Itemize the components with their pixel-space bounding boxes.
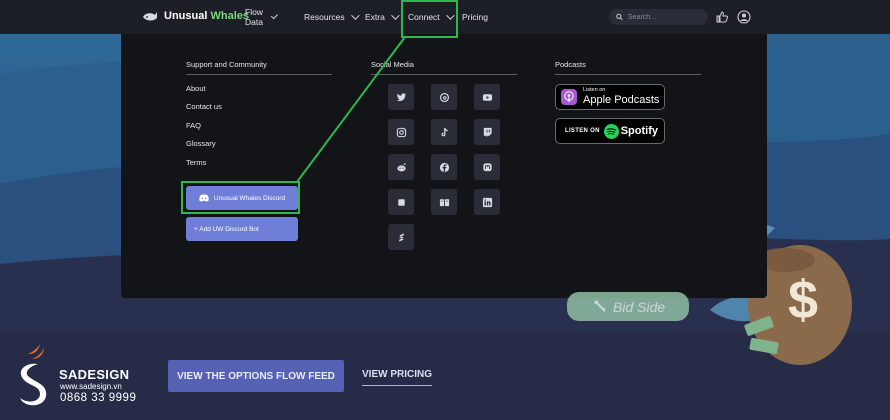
chevron-down-icon (350, 11, 360, 20)
spotify-big-text: Spotify (620, 125, 658, 137)
search-icon (616, 13, 623, 21)
link-faq[interactable]: FAQ (186, 121, 201, 130)
threads-icon[interactable] (431, 84, 457, 110)
instagram-icon[interactable] (388, 119, 414, 145)
link-about[interactable]: About (186, 84, 206, 93)
discord-button[interactable]: Unusual Whales Discord (186, 186, 298, 210)
add-discord-bot-label: + Add UW Discord Bot (194, 225, 259, 233)
link-terms[interactable]: Terms (186, 158, 206, 167)
thumbs-up-icon[interactable] (715, 10, 729, 24)
add-discord-bot-button[interactable]: + Add UW Discord Bot (186, 217, 298, 241)
link-contact-us[interactable]: Contact us (186, 102, 222, 111)
podcasts-column-title: Podcasts (555, 60, 701, 75)
chevron-down-icon (271, 12, 278, 19)
top-navbar: Unusual Whales Flow Data Resources Extra… (0, 0, 890, 34)
chevron-down-icon (445, 11, 455, 20)
user-account-icon[interactable] (737, 10, 751, 24)
search-input[interactable] (628, 13, 708, 21)
bone-icon (594, 300, 606, 312)
apple-podcasts-badge[interactable]: Listen on Apple Podcasts (555, 84, 665, 110)
discord-icon (199, 194, 209, 202)
book-icon[interactable] (431, 189, 457, 215)
stocktwits-icon[interactable] (388, 224, 414, 250)
tiktok-icon[interactable] (431, 119, 457, 145)
watermark-website: www.sadesign.vn (60, 382, 122, 391)
search-box[interactable] (609, 9, 708, 25)
svg-text:$: $ (788, 270, 818, 330)
mastodon-icon[interactable] (474, 154, 500, 180)
apple-podcasts-icon (561, 89, 577, 105)
brand-name: Unusual Whales (164, 10, 249, 22)
watermark-phone: 0868 33 9999 (60, 392, 137, 404)
substack-icon[interactable] (388, 189, 414, 215)
spotify-badge[interactable]: LISTEN ON Spotify (555, 118, 665, 144)
youtube-icon[interactable] (474, 84, 500, 110)
options-flow-feed-button[interactable]: VIEW THE OPTIONS FLOW FEED (168, 360, 344, 392)
link-glossary[interactable]: Glossary (186, 139, 216, 148)
support-column-title: Support and Community (186, 60, 332, 75)
brand-logo[interactable]: Unusual Whales (142, 8, 249, 24)
linkedin-icon[interactable] (474, 189, 500, 215)
nav-flow-data[interactable]: Flow Data (245, 7, 278, 27)
nav-pricing[interactable]: Pricing (462, 12, 488, 22)
view-pricing-link[interactable]: VIEW PRICING (362, 369, 433, 386)
watermark-brand: SADESIGN (59, 367, 130, 382)
reddit-icon[interactable] (388, 154, 414, 180)
spotify-small-text: LISTEN ON (565, 128, 600, 134)
nav-extra[interactable]: Extra (365, 11, 400, 22)
social-column-title: Social Media (371, 60, 517, 75)
nav-connect[interactable]: Connect (408, 11, 455, 22)
nav-resources[interactable]: Resources (304, 11, 360, 22)
whale-logo-icon (143, 12, 157, 21)
discord-button-label: Unusual Whales Discord (213, 194, 286, 202)
apple-podcasts-big-text: Apple Podcasts (583, 93, 660, 106)
spotify-icon (603, 123, 619, 139)
bid-side-pill: Bid Side (567, 292, 689, 321)
twitch-icon[interactable] (474, 119, 500, 145)
sadesign-logo-icon (20, 344, 47, 406)
facebook-icon[interactable] (431, 154, 457, 180)
apple-podcasts-small-text: Listen on (583, 87, 606, 94)
twitter-icon[interactable] (388, 84, 414, 110)
bid-side-label: Bid Side (613, 298, 666, 315)
chevron-down-icon (391, 11, 400, 20)
